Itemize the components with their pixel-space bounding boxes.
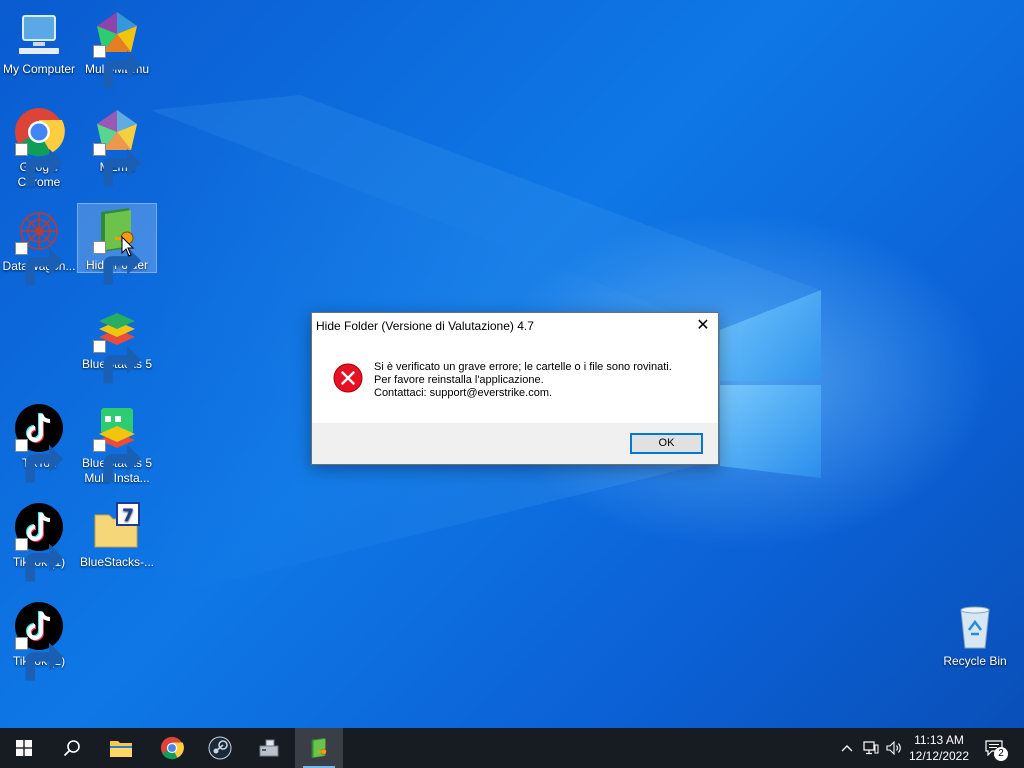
hide-folder-icon: [91, 204, 143, 285]
desktop-icon-tiktok-2[interactable]: TikTok (2): [0, 600, 78, 681]
taskbar: 11:13 AM 12/12/2022 2: [0, 728, 1024, 768]
desktop-icon-recycle-bin[interactable]: Recycle Bin: [936, 600, 1014, 669]
clock-time: 11:13 AM: [914, 733, 964, 747]
search-icon: [63, 740, 80, 757]
desktop-icon-google-chrome[interactable]: Google Chrome: [0, 106, 78, 190]
desktop-icon-memu[interactable]: MEmu: [78, 106, 156, 187]
error-dialog: Hide Folder (Versione di Valutazione) 4.…: [311, 312, 719, 465]
svg-text:7: 7: [122, 506, 134, 526]
tiktok-icon: [13, 501, 65, 582]
taskbar-network-app[interactable]: [245, 728, 293, 768]
chrome-icon: [13, 106, 65, 187]
memu-icon: [91, 106, 143, 187]
notification-badge: 2: [994, 747, 1008, 761]
tiktok-icon: [13, 600, 65, 681]
desktop-icon-multi-memu[interactable]: Multi-MEmu: [78, 8, 156, 89]
chrome-icon: [160, 736, 184, 760]
tray-volume[interactable]: [884, 728, 904, 768]
desktop-icon-bluestacks-5[interactable]: BlueStacks 5: [78, 303, 156, 384]
shortcut-arrow-icon: [93, 143, 142, 187]
hide-folder-icon: [311, 737, 327, 759]
dialog-message: Si è verificato un grave errore; le cart…: [374, 361, 672, 400]
shortcut-arrow-icon: [93, 439, 142, 483]
tray-network[interactable]: [860, 728, 882, 768]
desktop: My Computer Google Chrome DataWagon... T…: [0, 0, 1024, 728]
dialog-title: Hide Folder (Versione di Valutazione) 4.…: [316, 319, 534, 333]
shortcut-arrow-icon: [15, 439, 64, 483]
dialog-footer: OK: [312, 423, 718, 464]
icon-label: My Computer: [2, 62, 76, 76]
network-icon: [863, 741, 879, 755]
notification-center-button[interactable]: 2: [980, 728, 1020, 768]
ok-button[interactable]: OK: [630, 433, 703, 454]
taskbar-chrome[interactable]: [148, 728, 196, 768]
message-line: Per favore reinstalla l'applicazione.: [374, 374, 544, 386]
shortcut-arrow-icon: [15, 242, 64, 286]
message-line: Si è verificato un grave errore; le cart…: [374, 361, 672, 373]
clock[interactable]: 11:13 AM 12/12/2022: [905, 732, 973, 764]
desktop-icon-bluestacks-archive[interactable]: 7 BlueStacks-...: [78, 501, 156, 570]
error-icon: [333, 363, 363, 393]
shortcut-arrow-icon: [93, 340, 142, 384]
message-line: Contattaci: support@everstrike.com.: [374, 387, 553, 399]
bluestacks-multi-instance-icon: [91, 402, 143, 483]
recycle-bin-icon: [949, 600, 1001, 652]
steam-icon: [208, 736, 232, 760]
tray-chevron[interactable]: [838, 728, 856, 768]
icon-label: Recycle Bin: [943, 654, 1007, 668]
desktop-icon-my-computer[interactable]: My Computer: [0, 8, 78, 77]
taskbar-file-explorer[interactable]: [97, 728, 145, 768]
chevron-up-icon: [841, 745, 853, 752]
shortcut-arrow-icon: [93, 45, 142, 89]
file-explorer-icon: [110, 741, 132, 757]
taskbar-steam[interactable]: [196, 728, 244, 768]
tiktok-icon: [13, 402, 65, 483]
shortcut-arrow-icon: [15, 637, 64, 681]
clock-date: 12/12/2022: [908, 749, 970, 763]
start-button[interactable]: [0, 728, 48, 768]
windows-start-icon: [16, 740, 32, 756]
desktop-icon-tiktok[interactable]: TikTok: [0, 402, 78, 483]
mouse-cursor-icon: [121, 236, 135, 257]
desktop-icon-tiktok-1[interactable]: TikTok (1): [0, 501, 78, 582]
desktop-icon-bluestacks-multi-instance[interactable]: BlueStacks 5 Multi-Insta...: [78, 402, 156, 486]
multi-memu-icon: [91, 8, 143, 89]
archive-folder-icon: 7: [91, 501, 143, 553]
desktop-icon-hide-folder[interactable]: Hide Folder: [77, 203, 157, 285]
dialog-close-button[interactable]: ✕: [688, 313, 718, 339]
network-app-icon: [259, 739, 279, 757]
shortcut-arrow-icon: [15, 143, 64, 187]
bluestacks-icon: [91, 303, 143, 384]
dialog-body: Si è verificato un grave errore; le cart…: [312, 339, 718, 423]
datawagon-icon: [13, 205, 65, 286]
search-button[interactable]: [48, 728, 96, 768]
computer-icon: [13, 8, 65, 60]
desktop-icon-datawagon[interactable]: DataWagon...: [0, 205, 78, 286]
taskbar-hide-folder[interactable]: [295, 728, 343, 768]
icon-label: BlueStacks-...: [79, 555, 155, 569]
dialog-titlebar[interactable]: Hide Folder (Versione di Valutazione) 4.…: [312, 313, 718, 339]
shortcut-arrow-icon: [15, 538, 64, 582]
shortcut-arrow-icon: [93, 241, 142, 285]
volume-icon: [886, 741, 901, 755]
